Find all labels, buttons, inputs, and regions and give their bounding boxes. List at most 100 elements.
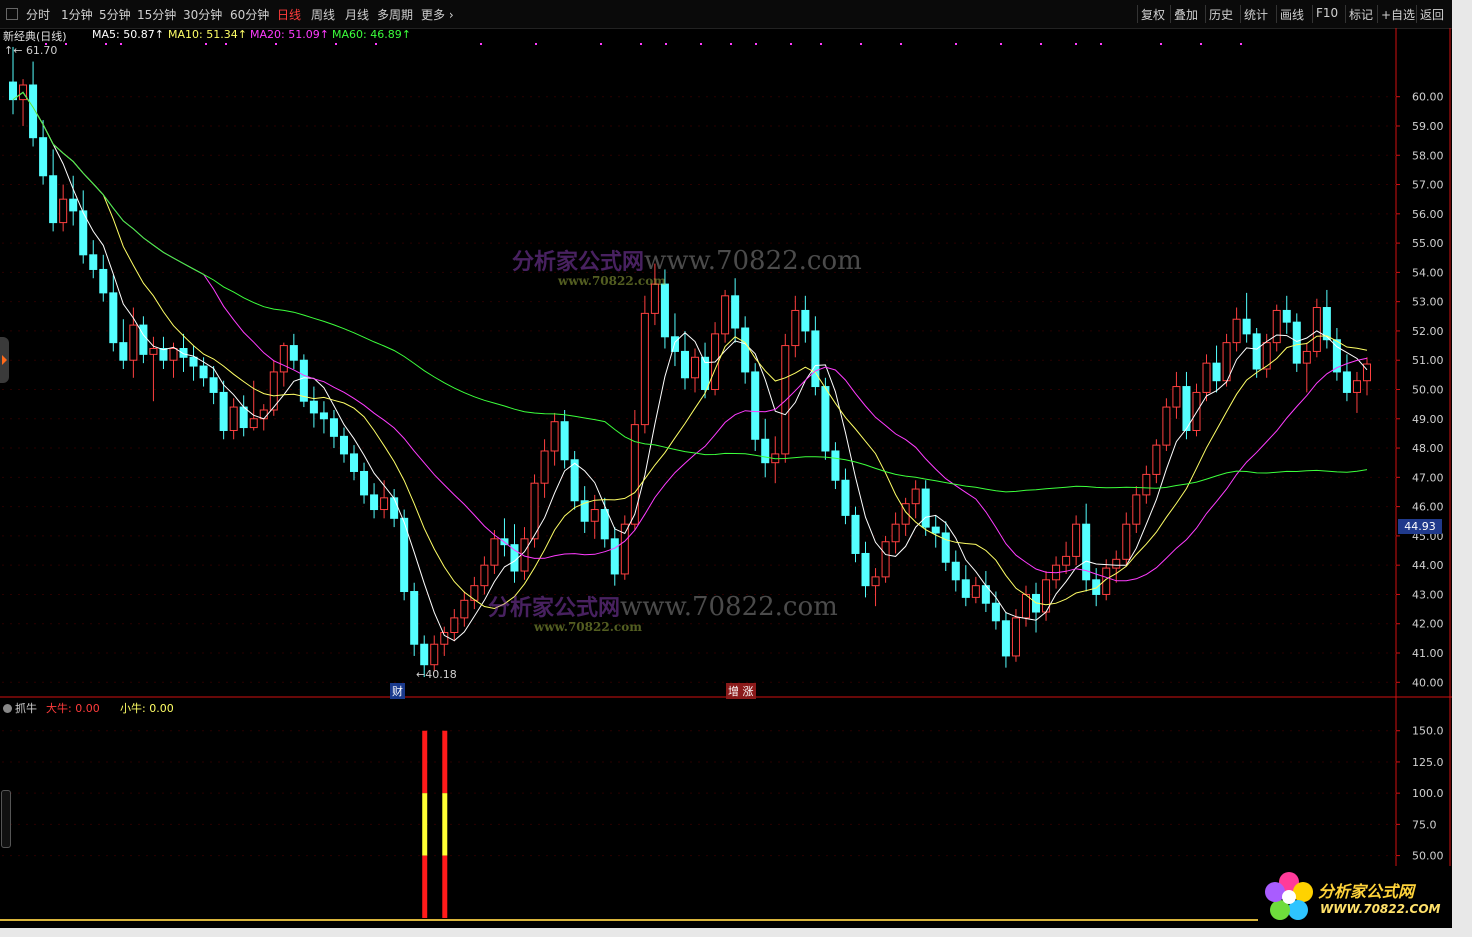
candle-body: [1011, 617, 1020, 657]
candle-body: [650, 283, 659, 314]
candle-body: [179, 348, 188, 358]
candle-body: [590, 509, 599, 522]
event-dot: [335, 43, 337, 45]
candle-body: [851, 514, 860, 554]
price-tick-label: 44.00: [1412, 559, 1444, 572]
candle-body: [630, 424, 639, 525]
candle-body: [941, 532, 950, 563]
candle-body: [380, 497, 389, 511]
price-tick-label: 57.00: [1412, 179, 1444, 192]
candle-body: [129, 324, 138, 361]
price-tick-label: 51.00: [1412, 354, 1444, 367]
candle-body: [821, 386, 830, 452]
price-tick-label: 40.00: [1412, 676, 1444, 689]
big-bull-signal-bar: [422, 855, 428, 918]
candle-body: [420, 643, 429, 666]
event-dot: [955, 43, 957, 45]
event-dot: [860, 43, 862, 45]
candle-body: [460, 599, 469, 619]
candle-body: [1072, 523, 1081, 557]
ma10-line: [12, 91, 1368, 610]
high-price-label: ↑← 61.70: [4, 44, 58, 57]
candle-body: [1272, 309, 1281, 344]
candle-body: [490, 538, 499, 566]
big-bull-signal-bar: [442, 855, 448, 918]
price-tick-label: 47.00: [1412, 471, 1444, 484]
candle-body: [1262, 342, 1271, 370]
candle-body: [1092, 579, 1101, 595]
watermark-url: www.70822.com: [620, 592, 838, 622]
candle-body: [249, 418, 258, 429]
event-dot: [105, 43, 107, 45]
logo-url: WWW.70822.COM: [1320, 902, 1441, 916]
flower-logo-icon: [1265, 872, 1313, 920]
candle-body: [1152, 444, 1161, 475]
small-bull-signal-bar: [422, 793, 428, 856]
candle-body: [39, 137, 48, 177]
candle-body: [1282, 309, 1291, 323]
candle-body: [480, 564, 489, 587]
high-price-value: 61.70: [25, 44, 58, 57]
candle-body: [339, 435, 348, 455]
price-tick-label: 52.00: [1412, 325, 1444, 338]
event-dot: [205, 43, 207, 45]
candle-body: [680, 350, 689, 379]
event-dot: [1200, 43, 1202, 45]
candle-body: [1232, 318, 1241, 344]
indicator-tick-label: 150.0: [1412, 725, 1444, 738]
small-bull-signal-bar: [442, 793, 448, 856]
candle-body: [390, 497, 399, 519]
side-expand-tab[interactable]: [0, 337, 9, 383]
candle-body: [89, 254, 98, 270]
candle-body: [811, 330, 820, 388]
candle-body: [199, 365, 208, 379]
candle-body: [761, 438, 770, 464]
finance-marker[interactable]: 财: [390, 683, 405, 699]
event-dot: [1000, 43, 1002, 45]
price-tick-label: 55.00: [1412, 237, 1444, 250]
watermark-sub-url: www.70822.com: [558, 274, 666, 288]
candle-body: [1292, 321, 1301, 364]
vertical-scroll-knob[interactable]: [1, 790, 11, 848]
candle-body: [861, 552, 870, 587]
candle-body: [741, 327, 750, 373]
watermark-site: 分析家公式网: [512, 249, 645, 275]
price-tick-label: 49.00: [1412, 413, 1444, 426]
low-price-label: ←40.18: [416, 668, 457, 681]
candle-body: [9, 81, 18, 101]
candle-body: [329, 418, 338, 437]
candle-body: [951, 561, 960, 581]
price-tick-label: 58.00: [1412, 149, 1444, 162]
event-dot: [1240, 43, 1242, 45]
price-tick-label: 50.00: [1412, 383, 1444, 396]
candle-body: [1021, 593, 1030, 619]
price-tick-label: 59.00: [1412, 120, 1444, 133]
event-dot: [755, 43, 757, 45]
indicator-tick-label: 125.0: [1412, 756, 1444, 769]
increase-marker[interactable]: 增 涨: [726, 683, 756, 699]
indicator-name: 抓牛: [15, 702, 37, 715]
watermark-2: 分析家公式网www.70822.com www.70822.com: [488, 590, 838, 634]
candle-body: [691, 356, 700, 379]
candle-body: [209, 377, 218, 393]
candle-body: [1001, 620, 1010, 657]
kline-chart[interactable]: 60.00 59.00 58.00 57.00 56.00 55.00 54.00 53.00…: [0, 0, 1452, 928]
candle-body: [1222, 342, 1231, 382]
site-logo: 分析家公式网 WWW.70822.COM: [1258, 866, 1454, 928]
candle-body: [1162, 406, 1171, 446]
event-dot: [535, 43, 537, 45]
candle-body: [1132, 494, 1141, 525]
event-dot: [1075, 43, 1077, 45]
candle-body: [1312, 307, 1321, 352]
candle-body: [781, 345, 790, 455]
candle-body: [1342, 371, 1351, 393]
candle-body: [139, 324, 148, 355]
logo-site-name: 分析家公式网: [1318, 882, 1415, 901]
event-dot: [820, 43, 822, 45]
event-dot: [1160, 43, 1162, 45]
settings-circle-icon[interactable]: [3, 704, 12, 713]
candle-body: [109, 292, 118, 344]
candle-body: [751, 371, 760, 440]
small-bull-label: 小牛: 0.00: [120, 702, 174, 715]
candle-body: [1142, 473, 1151, 496]
